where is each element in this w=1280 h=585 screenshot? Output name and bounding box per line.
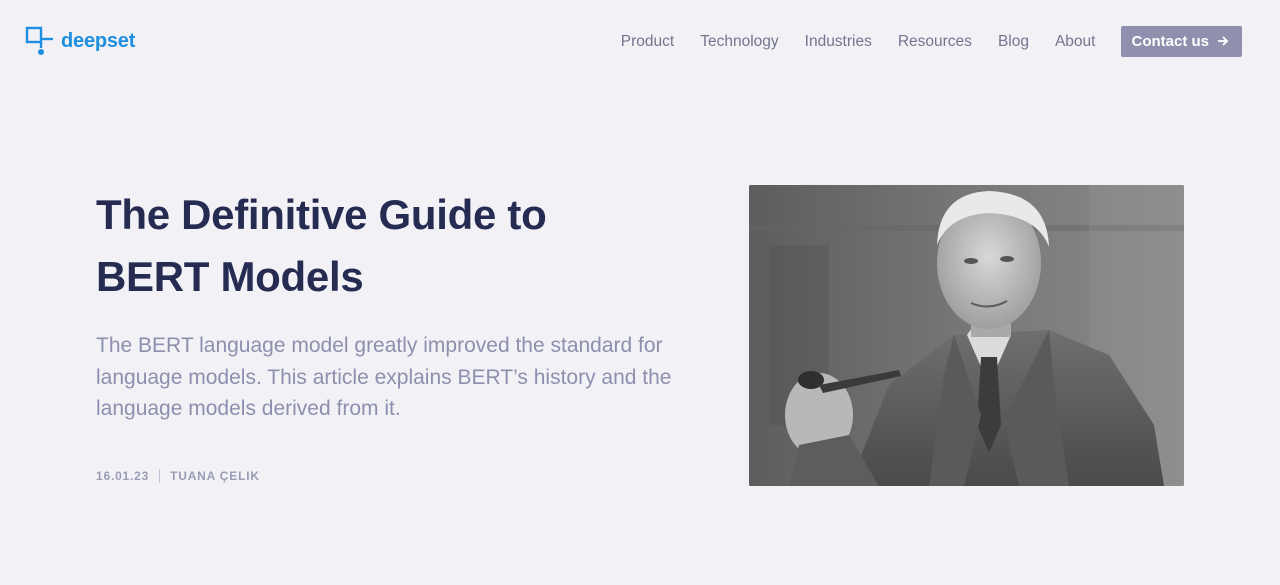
deepset-logo-icon	[25, 26, 55, 56]
arrow-right-icon	[1217, 35, 1229, 49]
article-summary: The BERT language model greatly improved…	[96, 334, 672, 420]
article-author[interactable]: TUANA ÇELIK	[170, 469, 260, 483]
nav-item-product[interactable]: Product	[621, 27, 674, 57]
main-nav: Product Technology Industries Resources …	[621, 26, 1242, 57]
contact-us-label: Contact us	[1131, 33, 1209, 50]
nav-item-about[interactable]: About	[1055, 27, 1096, 57]
nav-item-technology[interactable]: Technology	[700, 27, 778, 57]
article-title: The Definitive Guide to BERT Models	[96, 191, 547, 300]
nav-item-blog[interactable]: Blog	[998, 27, 1029, 57]
page: deepset Product Technology Industries Re…	[0, 0, 1280, 585]
nav-item-resources[interactable]: Resources	[898, 27, 972, 57]
contact-us-button[interactable]: Contact us	[1121, 26, 1242, 57]
article-meta: 16.01.23 TUANA ÇELIK	[96, 469, 260, 483]
logo-text: deepset	[61, 30, 136, 52]
nav-item-industries[interactable]: Industries	[805, 27, 872, 57]
deepset-logo[interactable]: deepset	[25, 26, 135, 56]
meta-divider	[159, 469, 161, 483]
article-hero-image	[749, 185, 1184, 486]
article-date: 16.01.23	[96, 469, 150, 483]
